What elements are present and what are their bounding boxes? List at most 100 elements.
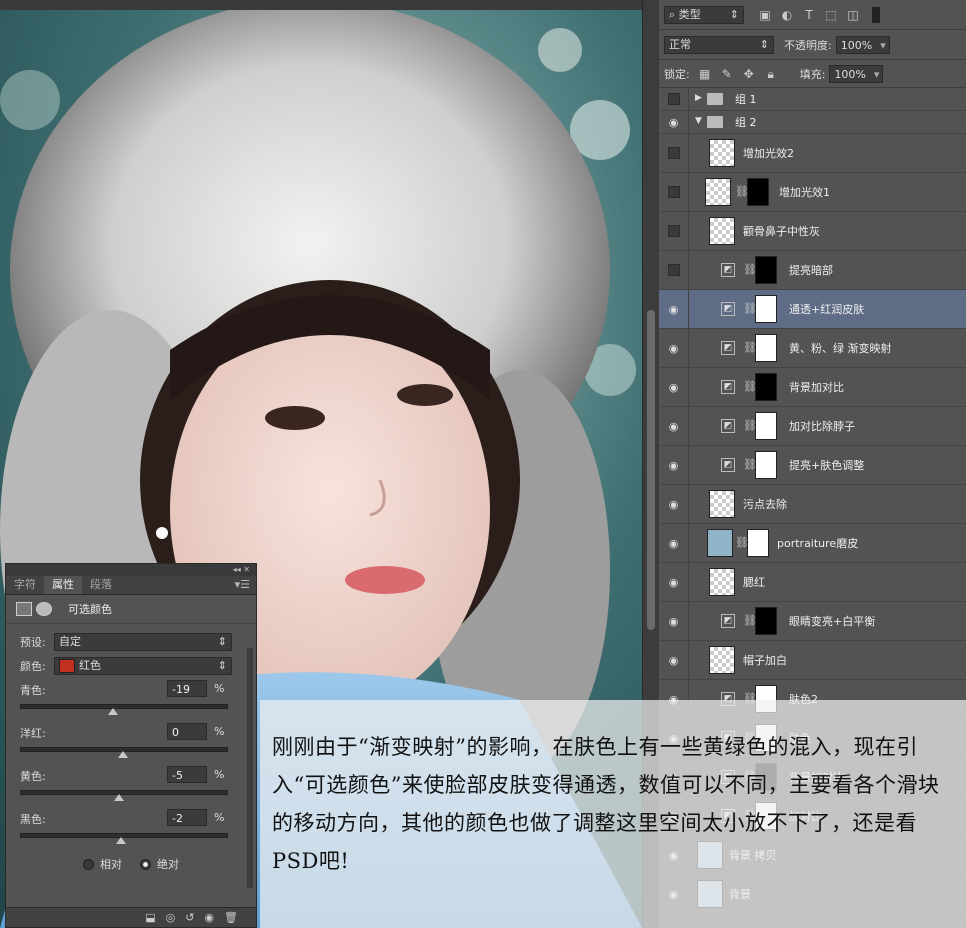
lock-all-icon[interactable]: 🔒︎ (764, 67, 778, 81)
tab-properties[interactable]: 属性 (44, 576, 82, 594)
panel-menu-icon[interactable]: ▾☰ (235, 576, 256, 594)
lock-move-icon[interactable]: ✥ (742, 67, 756, 81)
layer-row[interactable]: 增加光效2 (659, 134, 966, 173)
hidden-box-icon[interactable] (667, 93, 680, 105)
chevron-down-icon[interactable]: ▾ (874, 66, 883, 82)
layer-visibility-toggle[interactable] (659, 88, 689, 110)
slider-knob[interactable] (118, 751, 128, 758)
layer-mask-thumbnail[interactable] (755, 334, 777, 362)
layer-row[interactable]: ◉ ◩ ⛓ 加对比除脖子 (659, 407, 966, 446)
shape-filter-icon[interactable]: ⬚ (824, 8, 838, 22)
layer-row[interactable]: ◉ 腮红 (659, 563, 966, 602)
layer-row[interactable]: ◉ ▼ 组 2 (659, 111, 966, 134)
type-filter-icon[interactable]: T (802, 8, 816, 22)
eye-icon[interactable]: ◉ (669, 537, 679, 550)
layer-row[interactable]: ◉ ◩ ⛓ 眼睛变亮+白平衡 (659, 602, 966, 641)
layer-row[interactable]: ◉ 帽子加白 (659, 641, 966, 680)
absolute-radio[interactable]: 绝对 (140, 856, 179, 872)
layer-row[interactable]: ◉ ◩ ⛓ 通透+红润皮肤 (659, 290, 966, 329)
collapse-icon[interactable]: ◂◂ ✕ (233, 565, 250, 574)
eye-icon[interactable]: ◉ (669, 654, 679, 667)
eye-icon[interactable]: ◉ (669, 459, 679, 472)
layer-mask-thumbnail[interactable] (755, 373, 777, 401)
hidden-box-icon[interactable] (667, 225, 680, 237)
layer-mask-thumbnail[interactable] (755, 295, 777, 323)
adjustment-filter-icon[interactable]: ◐ (780, 8, 794, 22)
layer-visibility-toggle[interactable]: ◉ (659, 602, 689, 640)
layer-visibility-toggle[interactable] (659, 173, 689, 211)
layer-row[interactable]: ◉ ◩ ⛓ 黄、粉、绿 渐变映射 (659, 329, 966, 368)
hidden-box-icon[interactable] (667, 147, 680, 159)
layer-visibility-toggle[interactable] (659, 212, 689, 250)
relative-radio[interactable]: 相对 (83, 856, 122, 872)
layer-row[interactable]: 颧骨鼻子中性灰 (659, 212, 966, 251)
layer-row[interactable]: ▶ 组 1 (659, 88, 966, 111)
chevron-down-icon[interactable]: ▾ (880, 37, 889, 53)
collapsed-triangle-icon[interactable]: ▶ (695, 93, 702, 103)
layer-visibility-toggle[interactable] (659, 251, 689, 289)
layer-mask-thumbnail[interactable] (747, 529, 769, 557)
trash-icon[interactable]: 🗑︎ (224, 911, 238, 924)
layer-row[interactable]: ◉ 污点去除 (659, 485, 966, 524)
eye-icon[interactable]: ◉ (669, 615, 679, 628)
layer-mask-thumbnail[interactable] (747, 178, 769, 206)
slider-knob[interactable] (107, 708, 118, 715)
smart-object-filter-icon[interactable]: ◫ (846, 8, 860, 22)
layer-visibility-toggle[interactable]: ◉ (659, 563, 689, 601)
image-filter-icon[interactable]: ▣ (758, 8, 772, 22)
properties-scrollbar[interactable] (247, 648, 253, 888)
slider-knob[interactable] (115, 837, 126, 844)
layer-row[interactable]: ◉◩⛓背景加对比 (659, 368, 966, 407)
preset-select[interactable]: 自定 ⇕ (54, 633, 232, 651)
layer-row[interactable]: ⛓ 增加光效1 (659, 173, 966, 212)
slider-value-input[interactable]: -2 (167, 809, 207, 826)
hidden-box-icon[interactable] (667, 186, 680, 198)
eye-icon[interactable]: ◉ (669, 303, 679, 316)
color-select[interactable]: 红色 ⇕ (54, 657, 232, 675)
fill-field[interactable]: 100% ▾ (829, 64, 884, 83)
layer-visibility-toggle[interactable]: ◉ (659, 290, 689, 328)
eye-icon[interactable]: ◉ (669, 576, 679, 589)
slider-value-input[interactable]: 0 (167, 723, 207, 740)
radio-dot[interactable] (140, 858, 151, 870)
layer-visibility-toggle[interactable]: ◉ (659, 407, 689, 445)
eye-icon[interactable]: ◉ (669, 498, 679, 511)
opacity-field[interactable]: 100% ▾ (835, 35, 890, 54)
layer-row[interactable]: ◩ ⛓ 提亮暗部 (659, 251, 966, 290)
tab-paragraph[interactable]: 段落 (82, 576, 120, 594)
hidden-box-icon[interactable] (667, 264, 680, 276)
view-previous-icon[interactable]: ◎ (166, 911, 176, 924)
eye-icon[interactable]: ◉ (669, 420, 679, 433)
layer-filter-select[interactable]: ⌕ 类型 ⇕ (664, 5, 744, 24)
layer-mask-thumbnail[interactable] (755, 256, 777, 284)
layer-mask-thumbnail[interactable] (755, 607, 777, 635)
layer-visibility-toggle[interactable]: ◉ (659, 446, 689, 484)
slider-track[interactable] (20, 790, 228, 795)
layer-visibility-toggle[interactable]: ◉ (659, 524, 689, 562)
eye-icon[interactable]: ◉ (669, 342, 679, 355)
layer-row[interactable]: ◉ ◩ ⛓ 提亮+肤色调整 (659, 446, 966, 485)
layer-mask-thumbnail[interactable] (755, 412, 777, 440)
layer-visibility-toggle[interactable]: ◉ (659, 329, 689, 367)
slider-track[interactable] (20, 704, 228, 709)
layer-visibility-toggle[interactable] (659, 134, 689, 172)
scrollbar-thumb[interactable] (647, 310, 655, 630)
visibility-eye-icon[interactable]: ◉ (204, 911, 214, 924)
slider-value-input[interactable]: -5 (167, 766, 207, 783)
eye-icon[interactable]: ◉ (669, 116, 679, 129)
blend-mode-select[interactable]: 正常 ⇕ (664, 35, 774, 54)
lock-transparent-icon[interactable]: ▦ (698, 67, 712, 81)
layer-mask-thumbnail[interactable] (755, 451, 777, 479)
layer-visibility-toggle[interactable]: ◉ (659, 111, 689, 133)
radio-dot[interactable] (83, 858, 94, 870)
layer-visibility-toggle[interactable]: ◉ (659, 368, 689, 406)
mask-icon[interactable] (36, 602, 52, 616)
panel-collapse-bar[interactable]: ◂◂ ✕ (6, 564, 256, 576)
layer-visibility-toggle[interactable]: ◉ (659, 641, 689, 679)
layer-visibility-toggle[interactable]: ◉ (659, 485, 689, 523)
selective-color-icon[interactable] (16, 602, 32, 616)
clip-to-layer-icon[interactable]: ⬓ (145, 911, 155, 924)
eye-icon[interactable]: ◉ (669, 381, 679, 394)
filter-toggle-switch[interactable] (872, 6, 880, 23)
layer-row[interactable]: ◉ ⛓ portraiture磨皮 (659, 524, 966, 563)
